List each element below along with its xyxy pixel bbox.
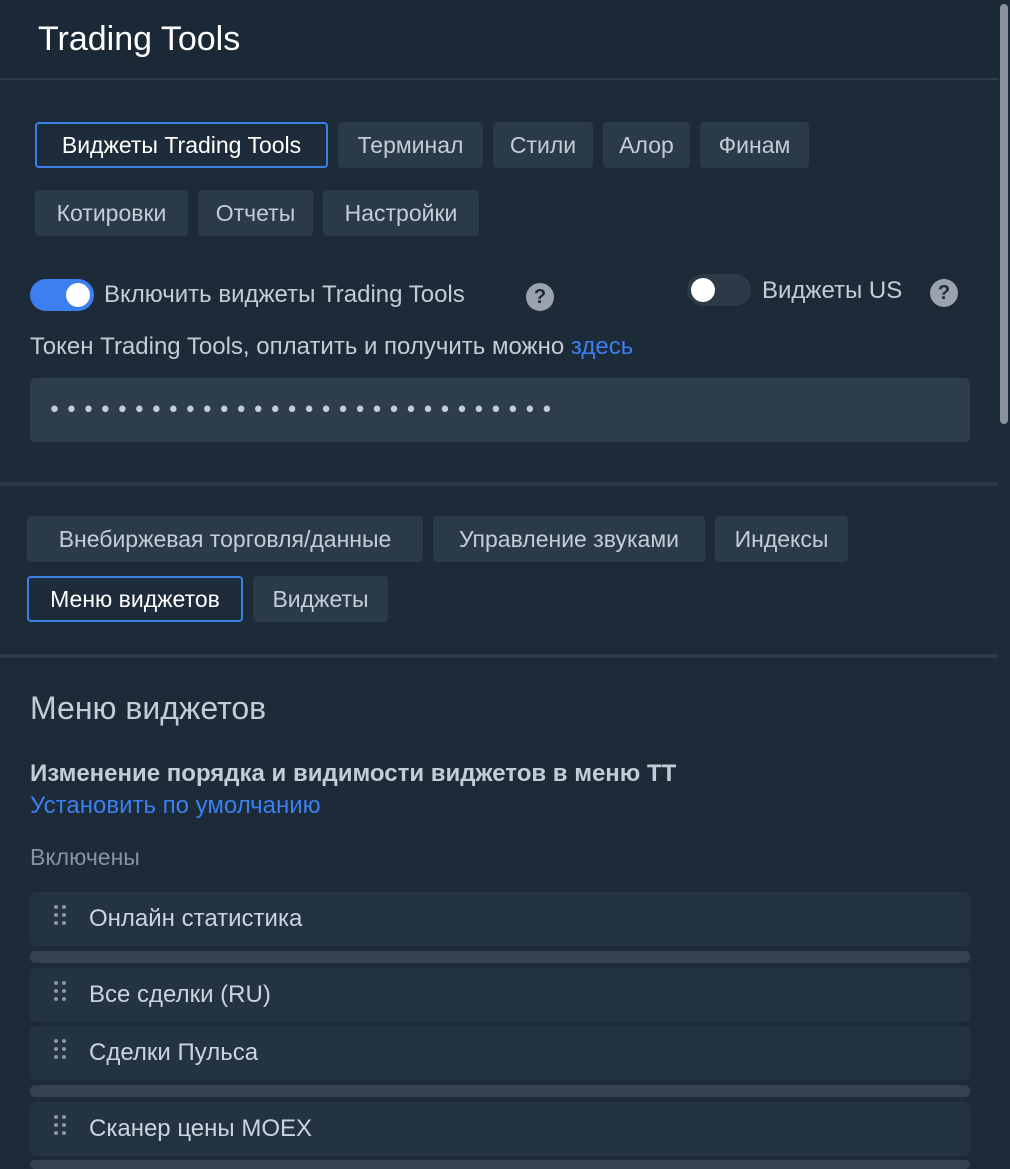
section-subtitle: Изменение порядка и видимости виджетов в… bbox=[30, 760, 677, 787]
drag-handle-icon[interactable] bbox=[54, 1115, 68, 1143]
drop-slot bbox=[30, 1160, 970, 1169]
token-label-text: Токен Trading Tools, оплатить и получить… bbox=[30, 333, 565, 360]
drop-slot bbox=[30, 1085, 970, 1097]
divider bbox=[0, 482, 998, 486]
tab-styles[interactable]: Стили bbox=[493, 122, 593, 168]
scrollbar-thumb[interactable] bbox=[1000, 4, 1008, 424]
us-widgets-toggle[interactable] bbox=[687, 274, 751, 306]
token-label: Токен Trading Tools, оплатить и получить… bbox=[30, 333, 633, 361]
token-link[interactable]: здесь bbox=[571, 333, 633, 360]
reset-default-link[interactable]: Установить по умолчанию bbox=[30, 792, 321, 820]
tab-reports[interactable]: Отчеты bbox=[198, 190, 313, 236]
tab-indexes[interactable]: Индексы bbox=[715, 516, 848, 562]
tab-finam[interactable]: Финам bbox=[700, 122, 809, 168]
help-icon[interactable]: ? bbox=[526, 283, 554, 311]
tab-terminal[interactable]: Терминал bbox=[338, 122, 483, 168]
token-input[interactable] bbox=[30, 378, 970, 442]
list-item-label: Онлайн статистика bbox=[89, 905, 303, 932]
page-title: Trading Tools bbox=[38, 20, 241, 58]
help-icon[interactable]: ? bbox=[930, 279, 958, 307]
drag-handle-icon[interactable] bbox=[54, 905, 68, 933]
list-item-label: Сканер цены MOEX bbox=[89, 1115, 312, 1142]
divider bbox=[0, 654, 998, 658]
tab-sounds[interactable]: Управление звуками bbox=[433, 516, 705, 562]
tab-settings[interactable]: Настройки bbox=[323, 190, 479, 236]
tab-widget-menu[interactable]: Меню виджетов bbox=[27, 576, 243, 622]
toggle-knob bbox=[691, 278, 715, 302]
list-item[interactable]: Сканер цены MOEX bbox=[30, 1102, 970, 1156]
us-widgets-label: Виджеты US bbox=[762, 277, 903, 304]
list-item[interactable]: Сделки Пульса bbox=[30, 1026, 970, 1080]
drop-slot bbox=[30, 951, 970, 963]
list-item[interactable]: Все сделки (RU) bbox=[30, 968, 970, 1022]
tab-otc[interactable]: Внебиржевая торговля/данные bbox=[27, 516, 423, 562]
list-item[interactable]: Онлайн статистика bbox=[30, 892, 970, 946]
list-item-label: Все сделки (RU) bbox=[89, 981, 271, 1008]
enable-widgets-label: Включить виджеты Trading Tools bbox=[104, 281, 465, 308]
tab-widgets[interactable]: Виджеты bbox=[253, 576, 388, 622]
drag-handle-icon[interactable] bbox=[54, 1039, 68, 1067]
panel-header: Trading Tools bbox=[0, 0, 998, 80]
tab-quotes[interactable]: Котировки bbox=[35, 190, 188, 236]
tab-alor[interactable]: Алор bbox=[603, 122, 690, 168]
enable-widgets-toggle[interactable] bbox=[30, 279, 94, 311]
drag-handle-icon[interactable] bbox=[54, 981, 68, 1009]
section-title: Меню виджетов bbox=[30, 690, 267, 726]
list-item-label: Сделки Пульса bbox=[89, 1039, 259, 1066]
enabled-group-label: Включены bbox=[30, 844, 140, 870]
tab-tt-widgets[interactable]: Виджеты Trading Tools bbox=[35, 122, 328, 168]
toggle-knob bbox=[66, 283, 90, 307]
